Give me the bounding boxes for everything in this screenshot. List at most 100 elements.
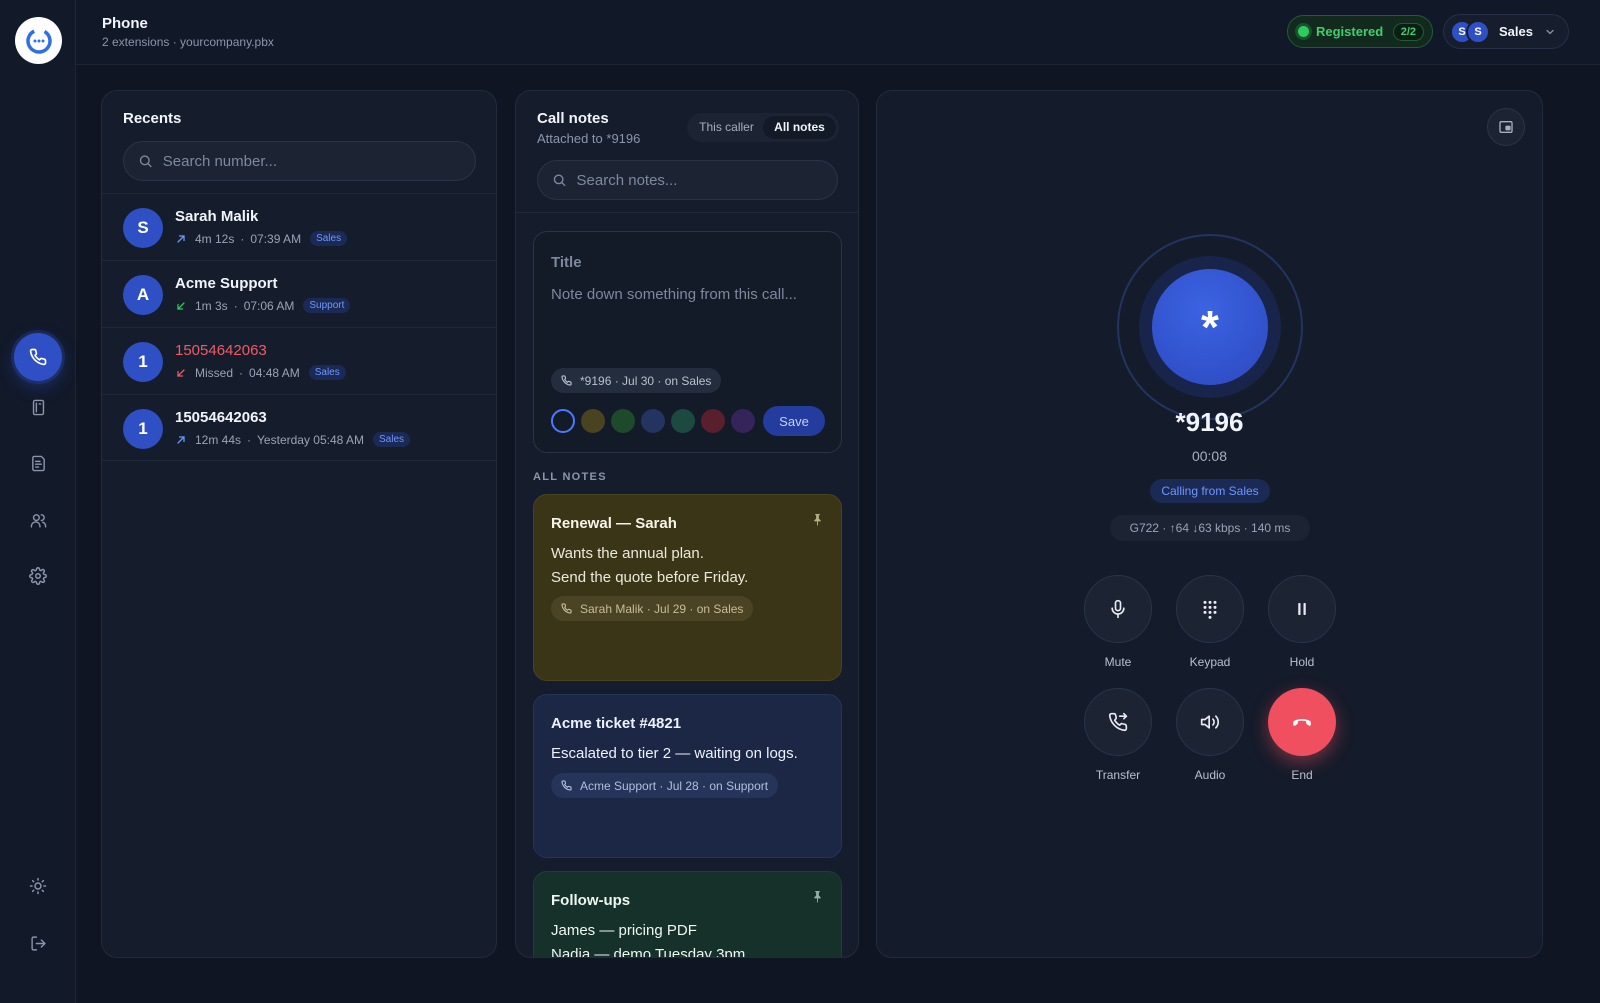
- phone-icon: [561, 603, 572, 614]
- users-icon: [30, 513, 46, 528]
- call-duration: Missed: [195, 365, 234, 380]
- end-call-button[interactable]: [1268, 688, 1336, 756]
- note-body: James — pricing PDF Nadia — demo Tuesday…: [551, 919, 745, 957]
- meta-separator: ·: [240, 231, 245, 246]
- mute-button[interactable]: [1084, 575, 1152, 643]
- outgoing-arrow-icon: [175, 434, 189, 446]
- notes-icon: [31, 455, 45, 471]
- contact-name: Acme Support: [175, 275, 278, 292]
- registration-label: Registered: [1316, 24, 1384, 39]
- extension-tag: Sales: [310, 231, 348, 246]
- theme-toggle[interactable]: [24, 872, 52, 900]
- nav-notes[interactable]: [24, 449, 52, 477]
- caller-number: *9196: [1175, 407, 1244, 437]
- nav-team[interactable]: [24, 506, 52, 534]
- hold-button[interactable]: [1268, 575, 1336, 643]
- contact-book-icon: [32, 399, 44, 415]
- meta-separator: ·: [247, 432, 252, 447]
- filter-all-notes[interactable]: All notes: [763, 116, 836, 139]
- chip-label: Sarah Malik · Jul 29 · on Sales: [580, 601, 744, 616]
- color-swatch-none[interactable]: [551, 409, 575, 433]
- note-title-input[interactable]: Title: [551, 254, 582, 271]
- note-card[interactable]: Follow-ups James — pricing PDF Nadia — d…: [533, 871, 842, 957]
- call-reference-chip: *9196 · Jul 30 · on Sales: [551, 368, 722, 393]
- color-swatch-blue[interactable]: [641, 409, 665, 433]
- end-call-control: End: [1268, 688, 1336, 782]
- recent-call-row[interactable]: 1 15054642063 Missed · 04:48 AM Sales: [102, 327, 496, 394]
- call-notes-panel: Call notes Attached to *9196 This caller…: [515, 90, 859, 958]
- note-line: Escalated to tier 2 — waiting on logs.: [551, 745, 798, 762]
- note-body: Escalated to tier 2 — waiting on logs.: [551, 742, 798, 766]
- hold-control: Hold: [1268, 575, 1336, 669]
- keypad-button[interactable]: [1176, 575, 1244, 643]
- sidebar: [0, 0, 76, 1003]
- call-reference-chip: Sarah Malik · Jul 29 · on Sales: [551, 596, 754, 621]
- notes-filter-toggle: This caller All notes: [687, 113, 839, 142]
- audio-control: Audio: [1176, 688, 1244, 782]
- color-swatch-yellow[interactable]: [581, 409, 605, 433]
- note-card[interactable]: Renewal — Sarah Wants the annual plan. S…: [533, 494, 842, 681]
- nav-phone[interactable]: [14, 333, 62, 381]
- avatar: S: [123, 208, 163, 248]
- transfer-control: Transfer: [1084, 688, 1152, 782]
- color-swatches: [551, 409, 755, 433]
- call-time: Yesterday 05:48 AM: [257, 432, 364, 447]
- logout-button[interactable]: [24, 929, 52, 957]
- extension-tag: Sales: [373, 432, 411, 447]
- outgoing-arrow-icon: [175, 233, 189, 245]
- call-duration: 12m 44s: [195, 432, 242, 447]
- calling-from-badge: Calling from Sales: [1150, 479, 1270, 503]
- color-swatch-teal[interactable]: [671, 409, 695, 433]
- registration-status[interactable]: Registered 2/2: [1287, 15, 1433, 48]
- control-label: Mute: [1104, 655, 1132, 669]
- nav-contacts-book[interactable]: [24, 393, 52, 421]
- note-body-input[interactable]: Note down something from this call...: [551, 286, 797, 303]
- recent-call-row[interactable]: S Sarah Malik 4m 12s · 07:39 AM Sales: [102, 193, 496, 260]
- pin-icon[interactable]: [812, 513, 823, 526]
- contact-name: 15054642063: [175, 409, 267, 426]
- filter-this-caller[interactable]: This caller: [690, 116, 763, 139]
- control-label: Audio: [1194, 768, 1226, 782]
- call-quality-stats: G722 · ↑64 ↓63 kbps · 140 ms: [1110, 515, 1310, 541]
- pin-icon[interactable]: [812, 890, 823, 903]
- logo-icon: [25, 27, 52, 54]
- control-label: Transfer: [1095, 768, 1141, 782]
- color-swatch-purple[interactable]: [731, 409, 755, 433]
- active-call-panel: * *9196 00:08 Calling from Sales G722 · …: [876, 90, 1543, 958]
- account-switcher[interactable]: S S Sales: [1443, 14, 1569, 49]
- audio-button[interactable]: [1176, 688, 1244, 756]
- contact-name: Sarah Malik: [175, 208, 259, 225]
- microphone-icon: [1111, 599, 1125, 619]
- notes-search[interactable]: [537, 160, 838, 200]
- status-dot-icon: [1298, 26, 1309, 37]
- recent-call-row[interactable]: 1 15054642063 12m 44s · Yesterday 05:48 …: [102, 394, 496, 461]
- color-swatch-red[interactable]: [701, 409, 725, 433]
- nav-settings[interactable]: [24, 562, 52, 590]
- note-line: Send the quote before Friday.: [551, 569, 749, 586]
- meta-separator: ·: [239, 365, 244, 380]
- call-meta: 1m 3s · 07:06 AM Support: [175, 298, 351, 313]
- picture-in-picture-button[interactable]: [1487, 108, 1525, 146]
- recent-call-row[interactable]: A Acme Support 1m 3s · 07:06 AM Support: [102, 260, 496, 327]
- call-timer: 00:08: [1191, 448, 1228, 464]
- call-duration: 1m 3s: [195, 298, 228, 313]
- hangup-icon: [1293, 719, 1311, 726]
- recents-search[interactable]: [123, 141, 476, 181]
- recents-panel: Recents S Sarah Malik 4m 12s · 07:39 AM …: [101, 90, 497, 958]
- avatar: A: [123, 275, 163, 315]
- transfer-button[interactable]: [1084, 688, 1152, 756]
- note-card[interactable]: Acme ticket #4821 Escalated to tier 2 — …: [533, 694, 842, 858]
- missed-arrow-icon: [175, 367, 189, 379]
- notes-subtitle: Attached to *9196: [537, 131, 641, 146]
- speaker-icon: [1200, 715, 1220, 729]
- note-title: Acme ticket #4821: [551, 715, 682, 732]
- search-notes-input[interactable]: [576, 171, 823, 189]
- save-note-button[interactable]: Save: [763, 406, 825, 436]
- contact-name: 15054642063: [175, 342, 267, 359]
- mute-control: Mute: [1084, 575, 1152, 669]
- chip-label: *9196 · Jul 30 · on Sales: [580, 373, 712, 388]
- color-swatch-green[interactable]: [611, 409, 635, 433]
- page-subtitle: 2 extensions · yourcompany.pbx: [102, 35, 274, 49]
- app-logo: [15, 17, 62, 64]
- search-number-input[interactable]: [162, 152, 461, 170]
